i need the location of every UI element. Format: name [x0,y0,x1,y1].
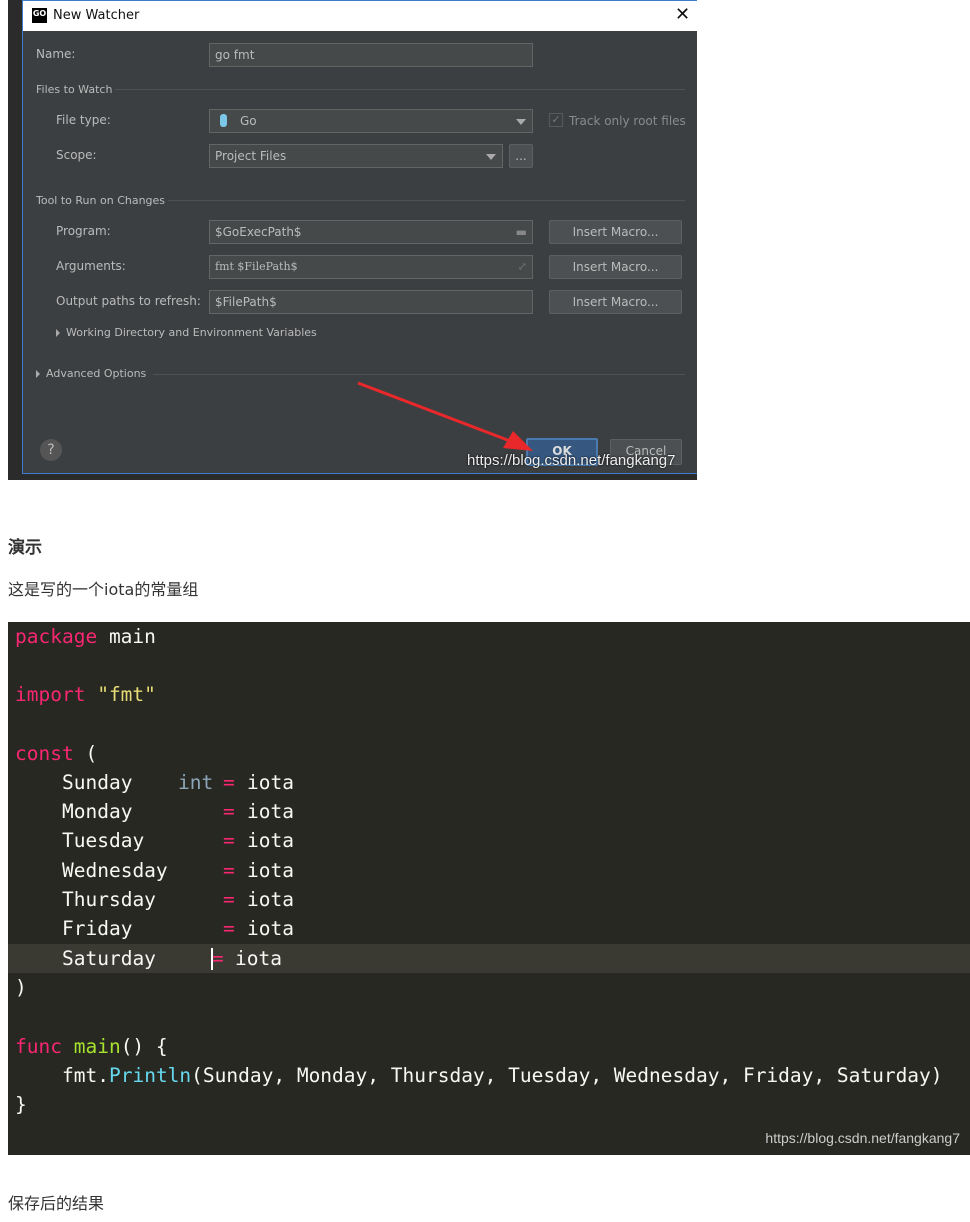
iota: iota [247,888,294,911]
text-cursor [211,948,213,970]
result-text: 保存后的结果 [8,1194,105,1213]
keyword: package [15,625,98,648]
iota: iota [247,829,294,852]
watermark: https://blog.csdn.net/fangkang7 [467,452,676,469]
function-call: Println [108,1064,192,1087]
intro-text: 这是写的一个iota的常量组 [8,580,199,599]
const-name: Wednesday [62,859,168,882]
string-literal: "fmt" [97,683,156,706]
red-arrow-annotation [357,381,533,451]
iota: iota [235,947,282,970]
watermark: https://blog.csdn.net/fangkang7 [765,1130,960,1146]
const-name: Friday [62,917,133,940]
keyword: func [15,1035,62,1058]
new-watcher-dialog: GO New Watcher ✕ Name: go fmt Files to W… [22,0,697,474]
iota: iota [247,800,294,823]
call-arguments: (Sunday, Monday, Thursday, Tuesday, Wedn… [191,1064,943,1087]
const-name: Sunday [62,771,133,794]
const-name: Thursday [62,888,156,911]
const-name: Monday [62,800,133,823]
keyword: import [15,683,86,706]
iota: iota [247,771,294,794]
package-ref: fmt [62,1064,98,1087]
code-block: package main import "fmt" const ( Sunday… [8,622,970,1155]
function-name: main [73,1035,121,1058]
keyword: const [15,742,74,765]
screenshot-ide: GO New Watcher ✕ Name: go fmt Files to W… [8,0,697,480]
type: int [178,771,214,794]
const-name: Saturday [62,947,156,970]
iota: iota [247,859,294,882]
package-name: main [108,625,156,648]
const-name: Tuesday [62,829,145,852]
section-heading: 演示 [8,538,42,558]
iota: iota [247,917,294,940]
